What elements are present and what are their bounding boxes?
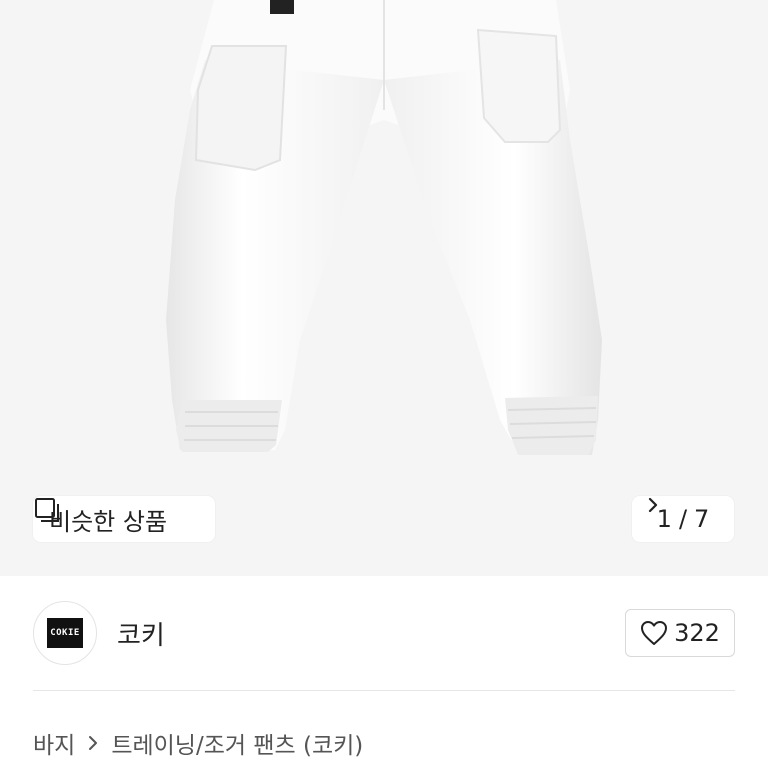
similar-products-label: 비슷한 상품: [49, 507, 168, 536]
seller-logo: COKIE: [47, 618, 83, 648]
image-counter-separator: /: [678, 505, 688, 533]
chevron-right-icon: [648, 497, 658, 513]
product-image-carousel[interactable]: 비슷한 상품 1 / 7: [0, 0, 768, 576]
seller-avatar[interactable]: COKIE: [33, 601, 97, 665]
seller-logo-text: COKIE: [50, 628, 80, 638]
heart-outline-icon: [641, 621, 668, 645]
seller-name[interactable]: 코키: [117, 615, 165, 652]
similar-products-button[interactable]: 비슷한 상품: [33, 496, 215, 542]
breadcrumb-item-subcategory[interactable]: 트레이닝/조거 팬츠 (코키): [111, 726, 363, 760]
breadcrumb-item-category[interactable]: 바지: [33, 726, 75, 760]
copy-square-icon: [35, 498, 59, 522]
like-button[interactable]: 322: [625, 609, 735, 657]
image-counter-total: 7: [694, 505, 710, 533]
product-image-jogger-pants: [166, 0, 602, 455]
image-counter-button[interactable]: 1 / 7: [632, 496, 734, 542]
like-count: 322: [674, 619, 720, 647]
chevron-right-icon: [89, 736, 98, 750]
section-divider: [33, 690, 735, 691]
seller-section: COKIE 코키 322: [33, 601, 735, 667]
breadcrumb: 바지 트레이닝/조거 팬츠 (코키): [33, 726, 363, 760]
